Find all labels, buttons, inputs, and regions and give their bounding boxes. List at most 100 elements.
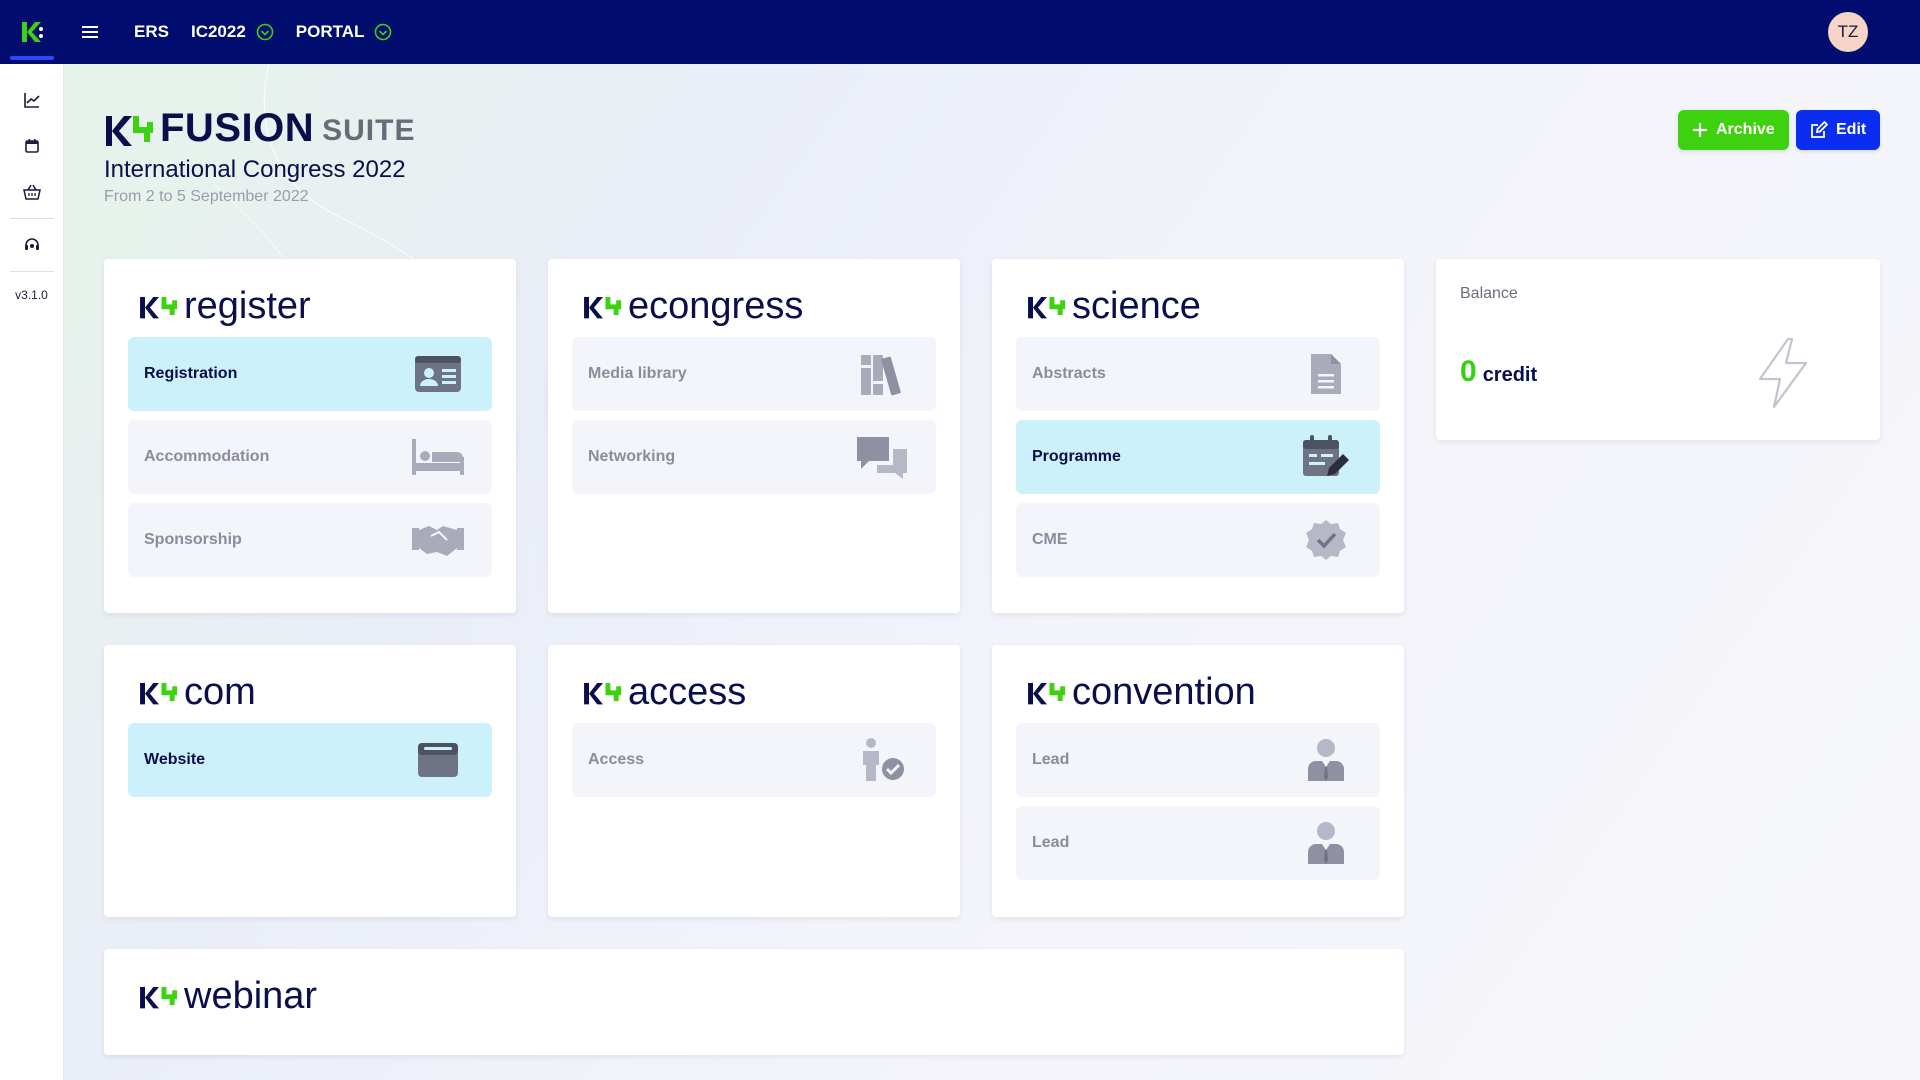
app-version: v3.1.0 [15, 288, 48, 302]
tile-website[interactable]: Website [128, 723, 492, 797]
badge-check-icon [1298, 512, 1354, 568]
tile-label: Website [144, 751, 206, 768]
user-avatar[interactable]: TZ [1828, 12, 1868, 52]
module-card-com: com Website [104, 645, 516, 917]
tile-label: Access [588, 751, 645, 768]
tile-label: Lead [1032, 834, 1070, 851]
tile-networking[interactable]: Networking [572, 420, 936, 494]
tile-media-library[interactable]: Media library [572, 337, 936, 411]
sidebar-item-support[interactable] [10, 223, 54, 267]
k4-logo-icon [22, 22, 43, 42]
sidebar-item-statistics[interactable] [10, 78, 54, 122]
product-brand: FUSION SUITE [104, 108, 415, 148]
tile-label: Accommodation [144, 448, 270, 465]
sidebar-divider [9, 271, 54, 272]
calendar-edit-icon [1298, 429, 1354, 485]
tile-access[interactable]: Access [572, 723, 936, 797]
card-header: register [138, 283, 311, 329]
card-title: science [1072, 285, 1201, 327]
tile-label: Sponsorship [144, 531, 242, 548]
balance-label: Balance [1460, 285, 1518, 302]
sidebar: v3.1.0 [0, 64, 64, 1080]
sidebar-item-calendar[interactable] [10, 124, 54, 168]
k4-logo-icon [1028, 682, 1066, 705]
nav-label: ERS [134, 22, 169, 41]
module-card-science: science Abstracts Programme CME [992, 259, 1404, 613]
card-header: econgress [582, 283, 803, 329]
nav-portal[interactable]: PORTAL [296, 22, 393, 42]
balance-unit: credit [1482, 364, 1538, 386]
tile-label: Programme [1032, 448, 1121, 465]
businessman-icon [1298, 815, 1354, 871]
tile-lead[interactable]: Lead [1016, 806, 1380, 880]
chat-bubbles-icon [854, 429, 910, 485]
card-title: register [184, 285, 311, 327]
basket-icon [22, 184, 41, 200]
headset-icon [24, 238, 39, 250]
brand-suite: SUITE [322, 114, 416, 147]
tile-label: Lead [1032, 751, 1070, 768]
k4-logo-icon [584, 682, 622, 705]
card-header: access [582, 669, 746, 715]
module-card-webinar: webinar [104, 949, 1404, 1055]
tile-label: CME [1032, 531, 1068, 548]
edit-button-label: Edit [1836, 121, 1867, 138]
card-title: com [184, 671, 256, 713]
businessman-icon [1298, 732, 1354, 788]
calendar-icon [24, 139, 39, 153]
k4-logo-icon [140, 296, 178, 319]
card-header: science [1026, 283, 1201, 329]
nav-label: IC2022 [190, 22, 246, 41]
brand-name: FUSION [160, 106, 315, 150]
k4-logo-icon [140, 986, 178, 1009]
tile-cme[interactable]: CME [1016, 503, 1380, 577]
card-title: webinar [184, 975, 318, 1017]
nav-ic2022[interactable]: IC2022 [191, 22, 274, 42]
tile-programme[interactable]: Programme [1016, 420, 1380, 494]
k4-logo-icon [140, 682, 178, 705]
module-card-register: register Registration Accommodation Spon… [104, 259, 516, 613]
sidebar-item-shop[interactable] [10, 170, 54, 214]
plus-icon [1693, 123, 1707, 137]
page-title: International Congress 2022 [104, 156, 406, 183]
tile-sponsorship[interactable]: Sponsorship [128, 503, 492, 577]
module-card-access: access Access [548, 645, 960, 917]
archive-button-label: Archive [1716, 121, 1775, 138]
tile-lead[interactable]: Lead [1016, 723, 1380, 797]
app-logo[interactable] [0, 0, 64, 64]
handshake-icon [410, 512, 466, 568]
books-icon [854, 346, 910, 402]
tile-registration[interactable]: Registration [128, 337, 492, 411]
nav-ers[interactable]: ERS [134, 22, 169, 42]
card-title: convention [1072, 671, 1256, 713]
tile-label: Registration [144, 365, 238, 382]
main-content: FUSION SUITE International Congress 2022… [64, 64, 1920, 1080]
edit-button[interactable]: Edit [1796, 110, 1881, 150]
k4-logo-icon [106, 116, 153, 146]
edit-icon [1811, 121, 1828, 138]
hamburger-menu-button[interactable] [68, 10, 112, 54]
nav-label: PORTAL [295, 22, 365, 41]
bed-icon [410, 429, 466, 485]
tile-label: Networking [588, 448, 676, 465]
archive-button[interactable]: Archive [1678, 110, 1789, 150]
k4-logo-icon [1028, 296, 1066, 319]
check-circle-icon [256, 23, 274, 41]
top-bar: ERS IC2022 PORTAL TZ [0, 0, 1920, 64]
person-check-icon [854, 732, 910, 788]
card-header: convention [1026, 669, 1256, 715]
card-header: webinar [138, 973, 317, 1019]
tile-abstracts[interactable]: Abstracts [1016, 337, 1380, 411]
module-card-convention: convention Lead Lead [992, 645, 1404, 917]
check-circle-icon [375, 23, 392, 41]
tile-label: Media library [588, 365, 687, 382]
card-title: econgress [628, 285, 804, 327]
module-card-econgress: econgress Media library Networking [548, 259, 960, 613]
browser-window-icon [410, 732, 466, 788]
menu-icon [82, 26, 98, 38]
chart-line-icon [23, 93, 40, 108]
card-title: access [628, 671, 747, 713]
lightning-icon [1758, 337, 1808, 409]
tile-accommodation[interactable]: Accommodation [128, 420, 492, 494]
card-header: com [138, 669, 256, 715]
